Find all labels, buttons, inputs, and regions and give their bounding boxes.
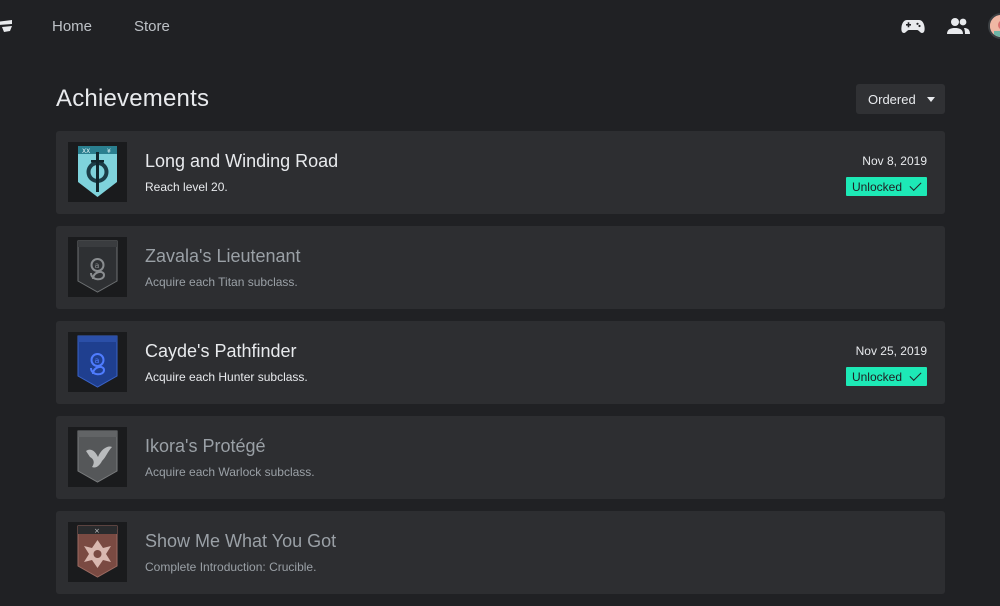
crucible-emblem-icon: × (68, 522, 127, 582)
svg-text:¥: ¥ (107, 148, 111, 155)
checkmark-icon (909, 178, 922, 192)
unlock-date: Nov 25, 2019 (855, 344, 927, 358)
achievement-name: Show Me What You Got (145, 531, 337, 551)
serpent-emblem-icon: a (68, 332, 127, 392)
user-avatar[interactable] (988, 13, 1000, 39)
svg-text:a: a (95, 356, 100, 365)
achievement-name: Ikora's Protégé (145, 436, 266, 456)
svg-text:a: a (95, 261, 100, 270)
sort-dropdown[interactable]: Ordered (856, 84, 945, 114)
top-bar: Home Store (0, 0, 1000, 52)
stadia-logo-icon[interactable] (0, 16, 14, 36)
chevron-down-icon (927, 97, 935, 102)
gamepad-icon[interactable] (900, 14, 926, 38)
achievement-card[interactable]: XX ¥ Long and Winding Road Reach level 2… (56, 131, 945, 214)
achievement-name: Long and Winding Road (145, 151, 339, 171)
serpent-emblem-icon: a (68, 237, 127, 297)
checkmark-icon (909, 368, 922, 382)
svg-text:XX: XX (82, 148, 90, 155)
achievement-name: Zavala's Lieutenant (145, 246, 301, 266)
achievement-description: Reach level 20. (145, 180, 228, 194)
achievement-description: Acquire each Warlock subclass. (145, 465, 315, 479)
page-title: Achievements (56, 85, 210, 112)
achievement-name: Cayde's Pathfinder (145, 341, 297, 361)
achievement-description: Acquire each Titan subclass. (145, 275, 298, 289)
bird-emblem-icon (68, 427, 127, 487)
unlocked-badge: Unlocked (845, 367, 927, 386)
nav-store[interactable]: Store (134, 18, 170, 35)
unlock-date: Nov 8, 2019 (862, 154, 927, 168)
unlocked-badge: Unlocked (845, 177, 927, 196)
achievement-description: Complete Introduction: Crucible. (145, 560, 317, 574)
achievement-card[interactable]: Ikora's Protégé Acquire each Warlock sub… (56, 416, 945, 499)
achievement-card[interactable]: a Cayde's Pathfinder Acquire each Hunter… (56, 321, 945, 404)
svg-text:×: × (94, 527, 100, 535)
sword-emblem-icon: XX ¥ (68, 142, 127, 202)
unlocked-label: Unlocked (851, 369, 902, 384)
achievement-description: Acquire each Hunter subclass. (145, 370, 308, 384)
achievement-card[interactable]: × Show Me What You Got Complete Introduc… (56, 511, 945, 594)
sort-dropdown-label: Ordered (868, 91, 916, 107)
achievement-list: XX ¥ Long and Winding Road Reach level 2… (56, 131, 945, 606)
nav-home[interactable]: Home (52, 18, 92, 35)
achievement-card[interactable]: a Zavala's Lieutenant Acquire each Titan… (56, 226, 945, 309)
people-icon[interactable] (945, 14, 971, 38)
unlocked-label: Unlocked (851, 179, 902, 194)
